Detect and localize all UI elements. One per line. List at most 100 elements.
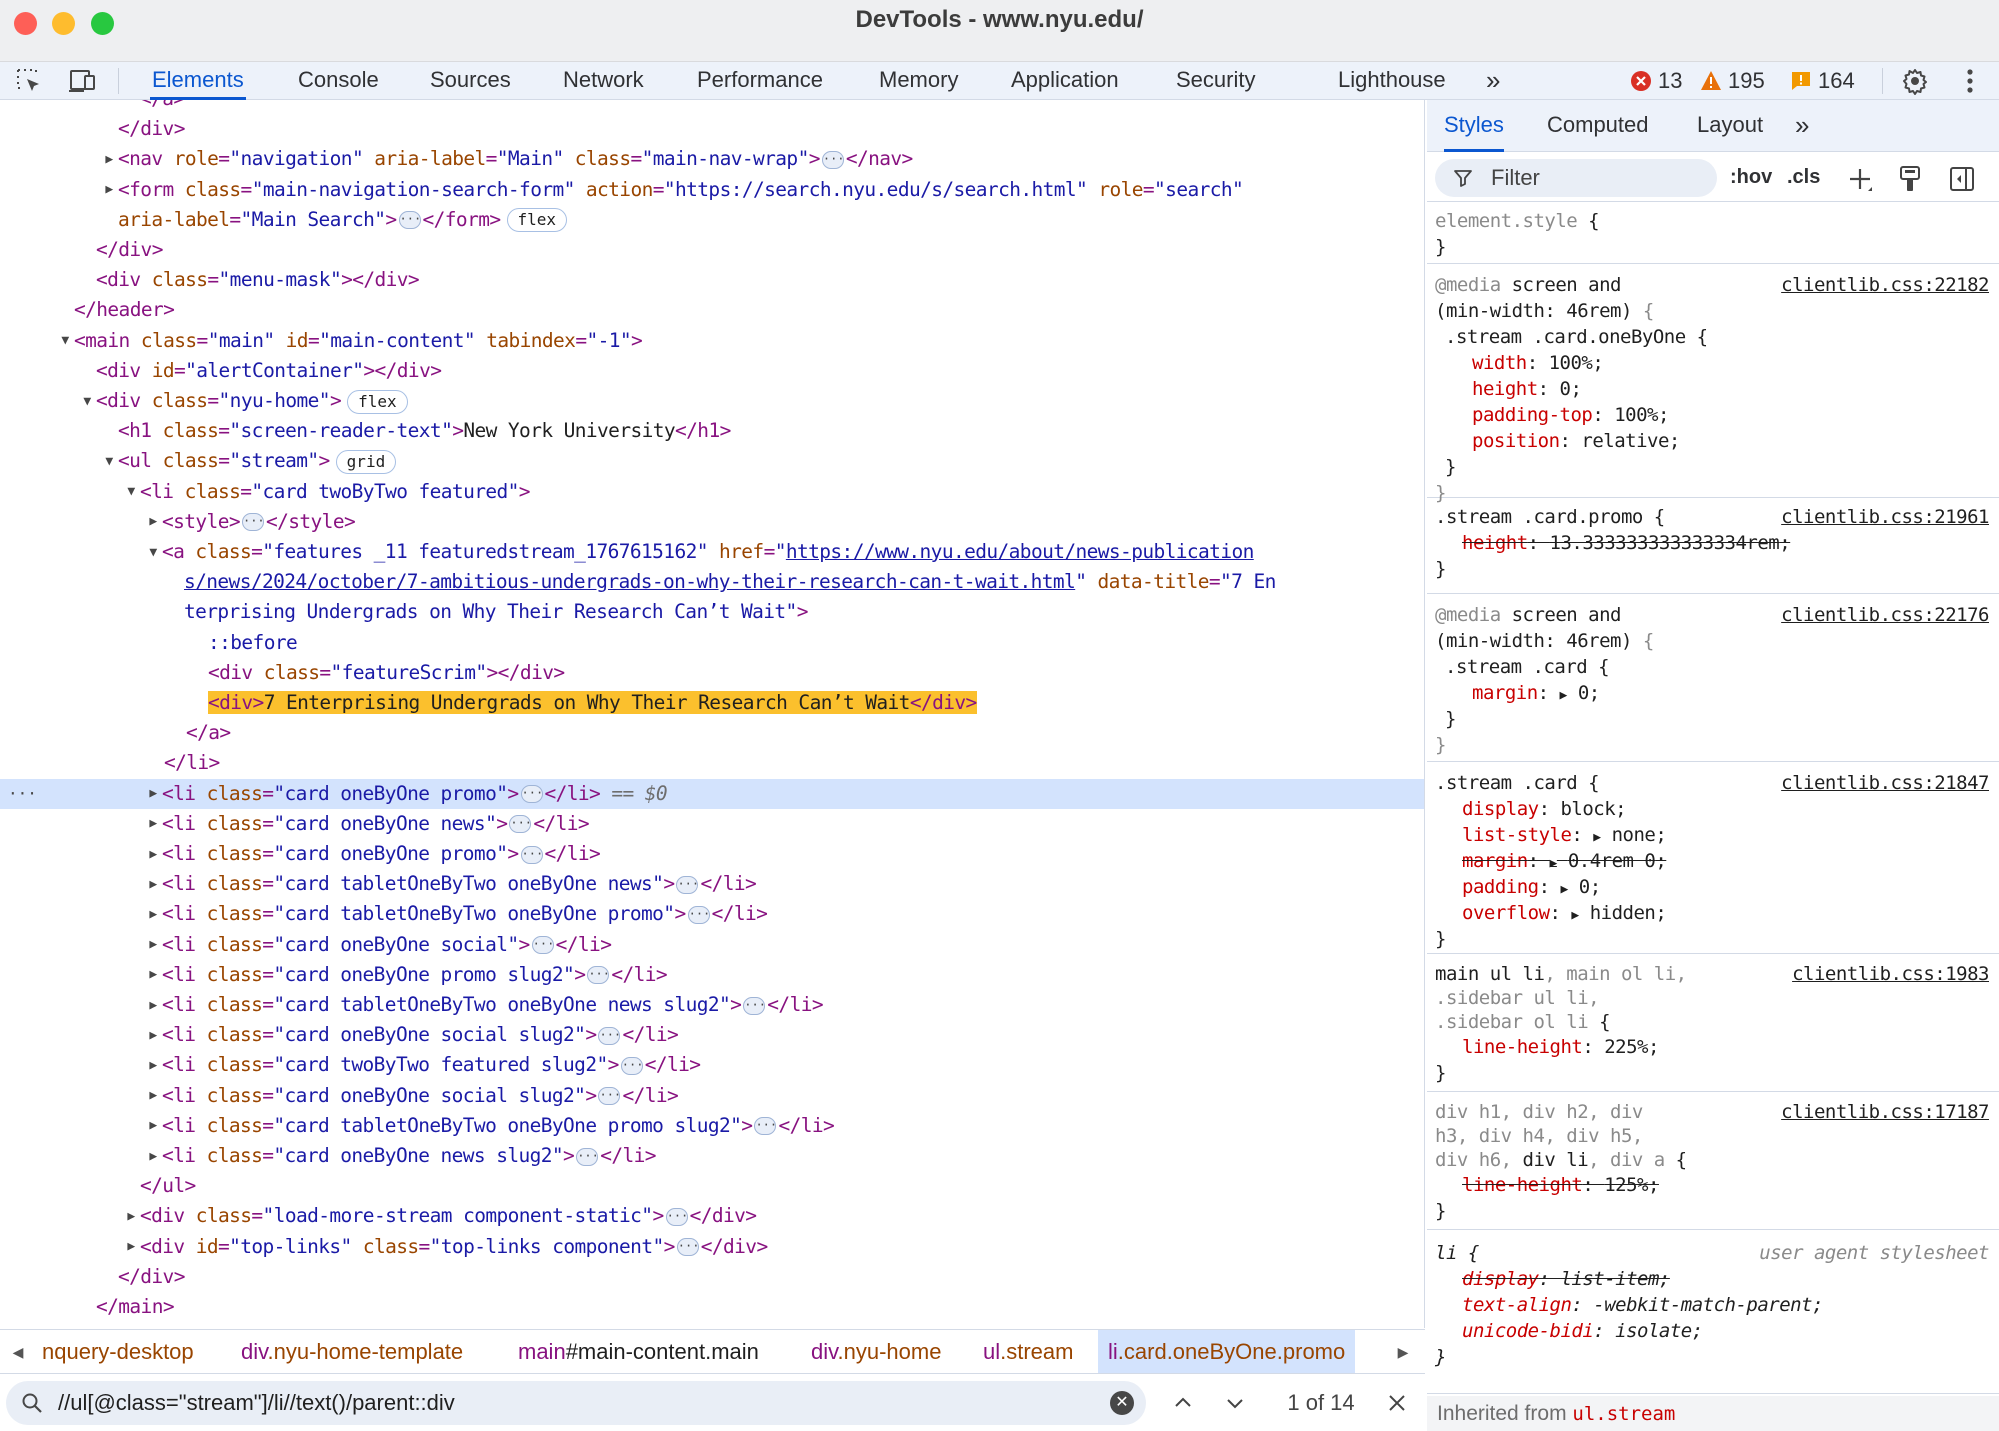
stream-list-item[interactable]: ▶ <li class="card twoByTwo featured slug2… <box>0 1050 1424 1080</box>
node-actions-ellipsis[interactable]: ··· <box>8 779 37 809</box>
dom-node-line[interactable]: <div id="alertContainer"></div> <box>0 356 1424 386</box>
tab-memory[interactable]: Memory <box>877 62 960 100</box>
style-property[interactable]: padding-top: 100%; <box>1427 402 1999 428</box>
expand-triangle-icon[interactable]: ▶ <box>144 960 162 990</box>
style-rule-element-style[interactable]: element.style { } <box>1427 204 1999 264</box>
style-property[interactable]: list-style: ▶ none; <box>1427 822 1999 848</box>
dom-node-line[interactable]: </li> <box>0 748 1424 778</box>
tab-console[interactable]: Console <box>296 62 381 100</box>
expand-triangle-icon[interactable]: ▶ <box>144 1021 162 1051</box>
style-rule-main-ul-li[interactable]: main ul li, main ol li, clientlib.css:198… <box>1427 956 1999 1092</box>
stream-list-item[interactable]: ▶ <li class="card oneByOne social slug2">… <box>0 1020 1424 1051</box>
tab-layout[interactable]: Layout <box>1697 100 1763 152</box>
style-property[interactable]: unicode-bidi: isolate; <box>1427 1318 1999 1344</box>
expand-children-ellipsis[interactable]: ··· <box>665 1207 688 1226</box>
settings-gear-icon[interactable] <box>1900 66 1930 96</box>
expand-triangle-icon[interactable]: ▶ <box>144 900 162 930</box>
issues-count-button[interactable]: 164 <box>1790 62 1855 100</box>
more-options-icon[interactable] <box>1955 66 1985 96</box>
close-search-button[interactable] <box>1380 1384 1414 1422</box>
dom-node-line[interactable]: <h1 class="screen-reader-text">New York … <box>0 416 1424 446</box>
dom-node-line[interactable]: </a> <box>0 100 1424 114</box>
expand-triangle-icon[interactable]: ▶ <box>144 870 162 900</box>
expand-children-ellipsis[interactable]: ··· <box>576 1147 599 1166</box>
expand-children-ellipsis[interactable]: ··· <box>676 1238 699 1257</box>
tab-styles[interactable]: Styles <box>1444 100 1504 152</box>
more-sidebar-tabs-button[interactable]: » <box>1795 100 1809 152</box>
expand-triangle-icon[interactable]: ▶ <box>122 1202 140 1232</box>
expand-triangle-icon[interactable]: ▶ <box>144 991 162 1021</box>
more-tabs-button[interactable]: » <box>1484 62 1502 100</box>
styles-filter-input[interactable]: Filter <box>1435 159 1717 197</box>
dom-node-line[interactable]: <div>7 Enterprising Undergrads on Why Th… <box>0 688 1424 718</box>
breadcrumb-scroll-right-icon[interactable]: ▶ <box>1385 1330 1421 1374</box>
tab-computed[interactable]: Computed <box>1547 100 1649 152</box>
stream-list-item[interactable]: ▶ <li class="card oneByOne promo slug2"> ·… <box>0 960 1424 990</box>
breadcrumb-item[interactable]: main#main-content.main <box>518 1330 759 1374</box>
breadcrumb-item[interactable]: div.nyu-home <box>811 1330 941 1374</box>
expand-triangle-icon[interactable]: ▶ <box>100 1323 118 1328</box>
expand-children-ellipsis[interactable]: ··· <box>821 150 845 169</box>
dom-node-line[interactable]: ::before <box>0 628 1424 658</box>
expand-children-ellipsis[interactable]: ··· <box>620 1056 643 1075</box>
style-property-overridden[interactable]: margin: ▶ 0.4rem 0; <box>1427 848 1999 874</box>
style-property-overridden[interactable]: display: list-item; <box>1427 1266 1999 1292</box>
expand-triangle-icon[interactable]: ▶ <box>144 507 162 537</box>
error-count-button[interactable]: 13 <box>1630 62 1682 100</box>
breadcrumb-item-selected[interactable]: li.card.oneByOne.promo <box>1098 1330 1356 1374</box>
source-link[interactable]: clientlib.css:22176 <box>1781 602 1989 628</box>
style-rule-media-card[interactable]: @media screen and clientlib.css:22176 (mi… <box>1427 596 1999 762</box>
dom-node-line[interactable]: </header> <box>0 295 1424 325</box>
expand-children-ellipsis[interactable]: ··· <box>520 785 543 804</box>
expand-triangle-icon[interactable]: ▶ <box>144 809 162 839</box>
expand-children-ellipsis[interactable]: ··· <box>598 1026 621 1045</box>
style-property[interactable]: height: 0; <box>1427 376 1999 402</box>
collapse-triangle-icon[interactable]: ▼ <box>100 447 118 477</box>
dom-node-line[interactable]: </a> <box>0 718 1424 748</box>
style-property[interactable]: position: relative; <box>1427 428 1999 454</box>
expand-children-ellipsis[interactable]: ··· <box>743 996 766 1015</box>
tab-elements[interactable]: Elements <box>150 62 246 100</box>
expand-triangle-icon[interactable]: ▶ <box>122 1232 140 1262</box>
style-property[interactable]: line-height: 225%; <box>1427 1034 1999 1060</box>
inherited-selector-link[interactable]: ul.stream <box>1572 1403 1675 1425</box>
style-property-overridden[interactable]: height: 13.333333333333334rem; <box>1427 530 1999 556</box>
paint-brush-icon[interactable] <box>1895 164 1925 194</box>
tab-application[interactable]: Application <box>1009 62 1121 100</box>
dom-node-line[interactable]: ▼ <li class="card twoByTwo featured"> <box>0 477 1424 507</box>
dom-node-line[interactable]: ▼ <ul class="stream"> grid <box>0 446 1424 477</box>
expand-children-ellipsis[interactable]: ··· <box>241 513 265 532</box>
style-rule-div-headings[interactable]: div h1, div h2, div clientlib.css:17187 h… <box>1427 1094 1999 1230</box>
previous-result-button[interactable] <box>1168 1384 1198 1422</box>
new-style-rule-icon[interactable] <box>1845 164 1875 194</box>
expand-children-ellipsis[interactable]: ··· <box>687 905 710 924</box>
source-link[interactable]: clientlib.css:1983 <box>1792 962 1989 986</box>
dom-node-line-selected[interactable]: ··· ▶ <li class="card oneByOne promo"> ···<… <box>0 778 1424 809</box>
tab-security[interactable]: Security <box>1174 62 1257 100</box>
warning-count-button[interactable]: 195 <box>1700 62 1765 100</box>
style-property[interactable]: display: block; <box>1427 796 1999 822</box>
stream-list-item[interactable]: ▶ <li class="card tabletOneByTwo oneByOne… <box>0 990 1424 1021</box>
expand-children-ellipsis[interactable]: ··· <box>598 1087 621 1106</box>
toggle-sidebar-icon[interactable] <box>1947 164 1977 194</box>
source-link[interactable]: clientlib.css:22182 <box>1781 272 1989 298</box>
stream-list-item[interactable]: ▶ <li class="card tabletOneByTwo oneByOne… <box>0 899 1424 930</box>
expand-children-ellipsis[interactable]: ··· <box>676 875 699 894</box>
expand-triangle-icon[interactable]: ▶ <box>144 840 162 870</box>
elements-dom-tree[interactable]: </a></div>▶<nav role="navigation" aria-l… <box>0 100 1425 1328</box>
dom-node-line[interactable]: ▶ <div class="load-more-stream component-… <box>0 1201 1424 1232</box>
href-link[interactable]: s/news/2024/october/7-ambitious-undergra… <box>184 570 1076 593</box>
stream-list-item[interactable]: ▶ <li class="card oneByOne social"> ···</l… <box>0 930 1424 960</box>
dom-node-line[interactable]: </div> <box>0 1262 1424 1292</box>
style-property-overridden[interactable]: line-height: 125%; <box>1427 1172 1999 1198</box>
tab-lighthouse[interactable]: Lighthouse <box>1336 62 1448 100</box>
dom-node-line[interactable]: terprising Undergrads on Why Their Resea… <box>0 597 1424 627</box>
dom-node-line[interactable]: </div> <box>0 114 1424 144</box>
style-rule-card-promo[interactable]: .stream .card.promo {clientlib.css:21961… <box>1427 500 1999 594</box>
tab-performance[interactable]: Performance <box>695 62 825 100</box>
href-link[interactable]: https://www.nyu.edu/about/news-publicati… <box>786 540 1254 563</box>
expand-triangle-icon[interactable]: ▶ <box>144 1142 162 1172</box>
stream-list-item[interactable]: ▶ <li class="card oneByOne news"> ···</li> <box>0 809 1424 839</box>
style-property[interactable]: padding: ▶ 0; <box>1427 874 1999 900</box>
inspect-element-icon[interactable] <box>14 66 44 96</box>
